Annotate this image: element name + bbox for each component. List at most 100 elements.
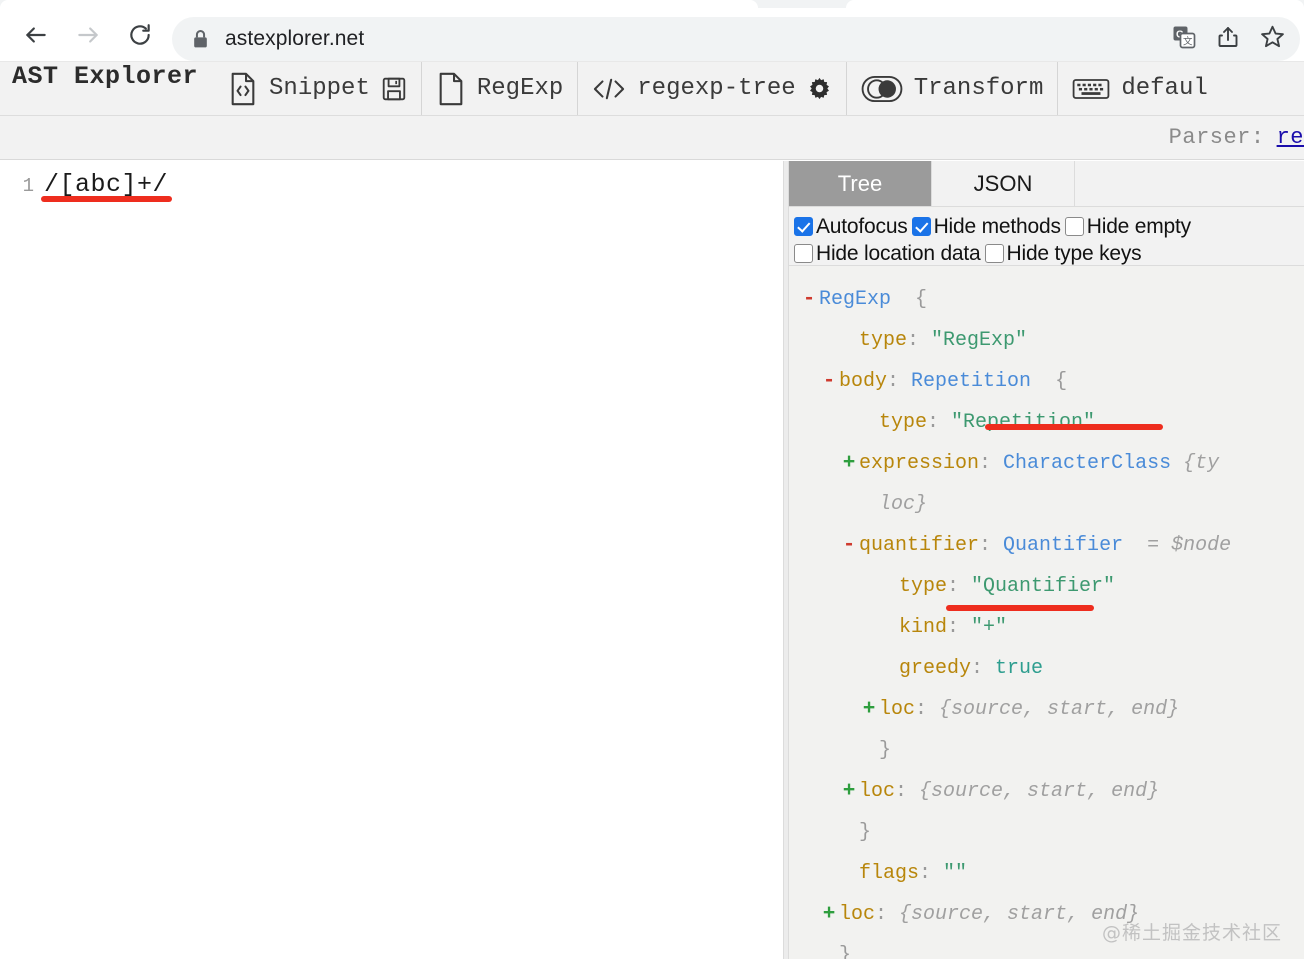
browser-tab[interactable]: [846, 0, 1304, 8]
collapse-toggle-icon[interactable]: -: [819, 361, 839, 402]
code-underline: [41, 196, 172, 202]
toggle-circles-icon[interactable]: [861, 75, 903, 103]
ast-token-preview: {source, start, end}: [899, 903, 1140, 926]
back-button[interactable]: [14, 13, 58, 57]
option-hide-location-data[interactable]: Hide location data: [794, 242, 981, 266]
ast-tree-line[interactable]: type: "Quantifier": [789, 566, 1304, 607]
browser-tab[interactable]: [0, 0, 758, 8]
ast-token-punct: :: [895, 780, 920, 803]
tree-options-row-1: Autofocus Hide methods Hide empty: [794, 213, 1304, 240]
address-bar[interactable]: astexplorer.net G 文: [172, 17, 1300, 61]
ast-token-str: "": [943, 862, 968, 885]
ast-token-punct: :: [887, 370, 912, 393]
editor-code-text[interactable]: /[abc]+/: [44, 170, 168, 199]
checkbox-hide-location-data[interactable]: [794, 244, 813, 263]
checkbox-hide-empty[interactable]: [1064, 217, 1084, 236]
code-editor[interactable]: 1 /[abc]+/: [0, 161, 783, 959]
ast-token-key: type: [859, 329, 908, 352]
ast-tree-line[interactable]: loc}: [789, 484, 1304, 525]
ast-tree-line[interactable]: greedy: true: [789, 648, 1304, 689]
reload-button[interactable]: [118, 13, 162, 57]
ast-token-str: "Repetition": [951, 411, 1096, 434]
keyboard-icon[interactable]: [1072, 76, 1110, 102]
option-hide-empty-label: Hide empty: [1086, 214, 1191, 238]
transform-label[interactable]: Transform: [914, 75, 1044, 102]
keymap-label[interactable]: defaul: [1121, 75, 1207, 102]
keymap-group: defaul: [1058, 62, 1221, 115]
parser-name-label[interactable]: regexp-tree: [637, 75, 795, 102]
ast-token-preview: {source, start, end}: [919, 780, 1160, 803]
forward-button[interactable]: [66, 13, 110, 57]
gear-icon[interactable]: [807, 76, 832, 101]
toggle-spacer: [839, 812, 859, 853]
parser-row-link[interactable]: re: [1277, 125, 1304, 150]
ast-token-nodename: CharacterClass: [1003, 452, 1172, 475]
tab-tree[interactable]: Tree: [789, 161, 932, 206]
editor-line: 1 /[abc]+/: [0, 170, 168, 199]
translate-icon: G 文: [1172, 25, 1196, 54]
ast-tree-line[interactable]: - quantifier: Quantifier = $node: [789, 525, 1304, 566]
ast-tree-line[interactable]: + loc: {source, start, end}: [789, 771, 1304, 812]
toggle-spacer: [819, 935, 839, 959]
ast-tree-line[interactable]: }: [789, 935, 1304, 959]
language-label[interactable]: RegExp: [477, 75, 563, 102]
checkbox-hide-methods[interactable]: [911, 217, 931, 236]
tab-strip-filler: [1075, 161, 1304, 206]
option-autofocus[interactable]: Autofocus: [794, 215, 908, 239]
ast-tree-line[interactable]: type: "RegExp": [789, 320, 1304, 361]
bookmark-button[interactable]: [1252, 19, 1292, 59]
ast-tree-line[interactable]: flags: "": [789, 853, 1304, 894]
ast-token-preview: {ty: [1171, 452, 1220, 475]
code-brackets-icon[interactable]: [592, 76, 626, 102]
option-autofocus-label: Autofocus: [816, 214, 908, 238]
ast-token-key: loc: [839, 903, 876, 926]
checkbox-autofocus[interactable]: [794, 217, 813, 236]
collapse-toggle-icon[interactable]: -: [799, 279, 819, 320]
toggle-spacer: [879, 648, 899, 689]
tab-json[interactable]: JSON: [932, 161, 1075, 206]
ast-tree-line[interactable]: + loc: {source, start, end}: [789, 894, 1304, 935]
ast-tree-line[interactable]: }: [789, 812, 1304, 853]
toggle-spacer: [839, 320, 859, 361]
ast-tree-line[interactable]: - RegExp {: [789, 279, 1304, 320]
checkbox-hide-type-keys[interactable]: [984, 244, 1004, 263]
ast-tree-line[interactable]: - body: Repetition {: [789, 361, 1304, 402]
document-icon[interactable]: [436, 72, 466, 106]
ast-token-nodename: Quantifier: [1003, 534, 1124, 557]
option-hide-methods-label: Hide methods: [933, 214, 1061, 238]
main-split: 1 /[abc]+/ Tree JSON Autofocus Hide meth…: [0, 161, 1304, 959]
ast-output-pane: Tree JSON Autofocus Hide methods Hide em…: [789, 161, 1304, 959]
repetition-underline: [985, 424, 1163, 430]
ast-token-punct: {: [1031, 370, 1068, 393]
expand-toggle-icon[interactable]: +: [819, 894, 839, 935]
ast-tree-line[interactable]: type: "Repetition": [789, 402, 1304, 443]
translate-button[interactable]: G 文: [1164, 19, 1204, 59]
ast-tree-line[interactable]: }: [789, 730, 1304, 771]
ast-tree-line[interactable]: kind: "+": [789, 607, 1304, 648]
expand-toggle-icon[interactable]: +: [839, 771, 859, 812]
ast-tree-line[interactable]: + expression: CharacterClass {ty: [789, 443, 1304, 484]
tab-json-label: JSON: [973, 170, 1033, 196]
option-hide-empty[interactable]: Hide empty: [1064, 214, 1191, 239]
toggle-spacer: [859, 402, 879, 443]
toggle-spacer: [839, 853, 859, 894]
secure-lock-icon: [192, 29, 209, 49]
ast-tree-line[interactable]: + loc: {source, start, end}: [789, 689, 1304, 730]
ast-token-alias: = $node: [1123, 534, 1232, 557]
share-button[interactable]: [1208, 19, 1248, 59]
snippet-label[interactable]: Snippet: [269, 75, 370, 102]
expand-toggle-icon[interactable]: +: [859, 689, 879, 730]
toggle-spacer: [859, 730, 879, 771]
option-hide-methods[interactable]: Hide methods: [911, 214, 1061, 239]
ast-token-key: type: [879, 411, 928, 434]
share-icon: [1216, 25, 1240, 54]
floppy-save-icon[interactable]: [381, 76, 407, 102]
collapse-toggle-icon[interactable]: -: [839, 525, 859, 566]
option-hide-type-keys[interactable]: Hide type keys: [984, 242, 1142, 266]
ast-tree[interactable]: - RegExp { type: "RegExp" - body: Repetitio…: [789, 267, 1304, 959]
ast-token-str: "Quantifier": [971, 575, 1116, 598]
browser-toolbar: astexplorer.net G 文: [0, 8, 1304, 62]
ast-token-preview: {source, start, end}: [939, 698, 1180, 721]
code-file-icon[interactable]: [228, 72, 258, 106]
expand-toggle-icon[interactable]: +: [839, 443, 859, 484]
